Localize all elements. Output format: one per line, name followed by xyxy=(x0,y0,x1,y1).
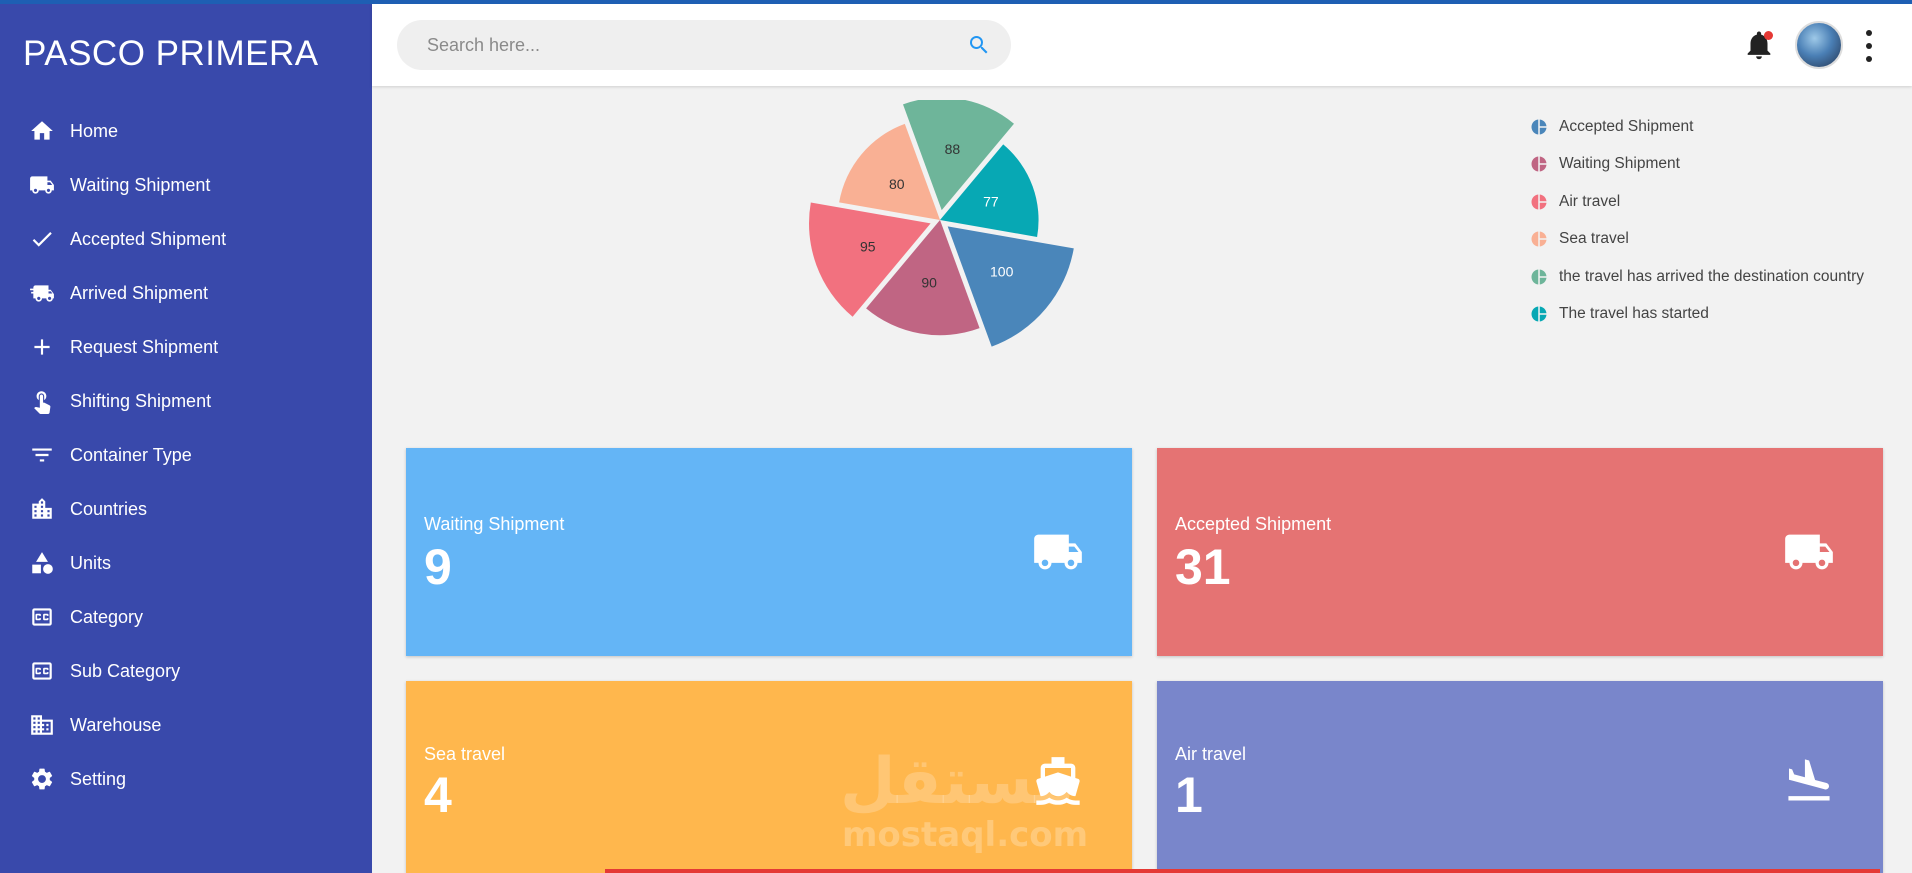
legend-item[interactable]: Waiting Shipment xyxy=(1530,146,1864,184)
sidebar-item-label: Sub Category xyxy=(70,660,181,681)
sidebar-nav: Home Waiting Shipment Accepted Shipment … xyxy=(0,104,372,806)
legend-item[interactable]: the travel has arrived the destination c… xyxy=(1530,258,1864,296)
legend-item[interactable]: Sea travel xyxy=(1530,221,1864,259)
legend-label: Accepted Shipment xyxy=(1559,117,1694,135)
sidebar-item-label: Warehouse xyxy=(70,714,162,735)
sidebar-item-label: Setting xyxy=(70,768,127,789)
card-value: 1 xyxy=(1175,767,1203,823)
pie-chart-icon xyxy=(1531,156,1547,172)
pie-chart: 100 90 95 80 88 77 xyxy=(800,97,1100,380)
legend-item[interactable]: The travel has started xyxy=(1530,296,1864,334)
sidebar-item-accepted-shipment[interactable]: Accepted Shipment xyxy=(0,212,372,266)
pie-data-label: 77 xyxy=(983,193,999,209)
card-value: 9 xyxy=(424,539,452,595)
check-icon xyxy=(28,225,56,253)
truck-icon xyxy=(1779,526,1839,578)
legend-label: The travel has started xyxy=(1559,305,1709,323)
sidebar-item-label: Accepted Shipment xyxy=(70,228,227,249)
card-title: Waiting Shipment xyxy=(424,514,565,534)
legend-label: Waiting Shipment xyxy=(1559,155,1680,173)
pie-data-label: 88 xyxy=(945,141,961,157)
accepted-shipment-card[interactable]: Accepted Shipment 31 xyxy=(1157,448,1883,656)
brand-title[interactable]: PASCO PRIMERA xyxy=(23,34,319,74)
notification-dot xyxy=(1764,31,1773,40)
pie-data-label: 95 xyxy=(860,238,876,254)
filter-icon xyxy=(28,441,56,469)
pie-data-label: 100 xyxy=(990,264,1014,280)
tap-hand-icon xyxy=(28,387,56,415)
sidebar-item-arrived-shipment[interactable]: Arrived Shipment xyxy=(0,266,372,320)
sidebar-item-label: Waiting Shipment xyxy=(70,174,211,195)
sidebar-item-category[interactable]: Category xyxy=(0,590,372,644)
sidebar-item-label: Arrived Shipment xyxy=(70,282,209,303)
fast-truck-icon xyxy=(28,279,56,307)
sidebar-item-home[interactable]: Home xyxy=(0,104,372,158)
truck-icon xyxy=(28,171,56,199)
legend-label: Air travel xyxy=(1559,192,1621,210)
sidebar-item-label: Category xyxy=(70,606,144,627)
pie-chart-icon xyxy=(1531,269,1547,285)
home-icon xyxy=(28,117,56,145)
legend-item[interactable]: Accepted Shipment xyxy=(1530,108,1864,146)
sidebar-item-label: Container Type xyxy=(70,444,192,465)
sidebar-item-setting[interactable]: Setting xyxy=(0,752,372,806)
watermark-latin: mostaql.com xyxy=(842,815,1089,855)
city-icon xyxy=(28,495,56,523)
sidebar: PASCO PRIMERA Home Waiting Shipment Acce… xyxy=(0,0,372,873)
sidebar-item-waiting-shipment[interactable]: Waiting Shipment xyxy=(0,158,372,212)
pie-chart-icon xyxy=(1531,306,1547,322)
shapes-icon xyxy=(28,549,56,577)
bottom-accent-strip xyxy=(605,869,1880,873)
avatar[interactable] xyxy=(1795,21,1843,69)
pie-data-label: 90 xyxy=(921,274,937,290)
waiting-shipment-card[interactable]: Waiting Shipment 9 xyxy=(406,448,1132,656)
pie-chart-icon xyxy=(1531,231,1547,247)
sidebar-item-label: Countries xyxy=(70,498,148,519)
topbar xyxy=(372,4,1912,86)
card-title: Accepted Shipment xyxy=(1175,514,1332,534)
notification-bell-icon[interactable] xyxy=(1742,28,1776,62)
card-title: Air travel xyxy=(1175,744,1247,764)
plus-icon xyxy=(28,333,56,361)
pie-chart-svg: 100 90 95 80 88 77 xyxy=(809,97,1074,347)
air-travel-card[interactable]: Air travel 1 xyxy=(1157,681,1883,873)
sidebar-item-countries[interactable]: Countries xyxy=(0,482,372,536)
sidebar-item-label: Request Shipment xyxy=(70,336,219,357)
more-options-icon[interactable] xyxy=(1862,30,1876,62)
plane-landing-icon xyxy=(1779,755,1839,807)
sidebar-item-units[interactable]: Units xyxy=(0,536,372,590)
pie-chart-icon xyxy=(1531,194,1547,210)
sea-travel-card[interactable]: Sea travel 4 مستقل mostaql.com xyxy=(406,681,1132,873)
card-value: 4 xyxy=(424,767,452,823)
pie-data-label: 80 xyxy=(889,176,905,192)
sidebar-item-sub-category[interactable]: Sub Category xyxy=(0,644,372,698)
search-icon[interactable] xyxy=(967,33,991,57)
sidebar-item-label: Home xyxy=(70,120,119,141)
building-icon xyxy=(28,711,56,739)
sidebar-item-label: Shifting Shipment xyxy=(70,390,212,411)
sidebar-item-warehouse[interactable]: Warehouse xyxy=(0,698,372,752)
search-box xyxy=(397,20,1011,70)
sidebar-item-shifting-shipment[interactable]: Shifting Shipment xyxy=(0,374,372,428)
chart-legend: Accepted Shipment Waiting Shipment Air tra… xyxy=(1530,108,1864,333)
card-title: Sea travel xyxy=(424,744,506,764)
ship-icon xyxy=(1028,755,1088,807)
sidebar-item-container-type[interactable]: Container Type xyxy=(0,428,372,482)
legend-label: Sea travel xyxy=(1559,230,1629,248)
gear-icon xyxy=(28,765,56,793)
legend-item[interactable]: Air travel xyxy=(1530,183,1864,221)
cc-icon xyxy=(28,657,56,685)
cc-icon xyxy=(28,603,56,631)
top-accent-line xyxy=(0,0,1912,4)
truck-icon xyxy=(1028,526,1088,578)
sidebar-item-request-shipment[interactable]: Request Shipment xyxy=(0,320,372,374)
sidebar-item-label: Units xyxy=(70,552,112,573)
search-input[interactable] xyxy=(427,34,947,56)
pie-chart-icon xyxy=(1531,119,1547,135)
card-value: 31 xyxy=(1175,539,1231,595)
legend-label: the travel has arrived the destination c… xyxy=(1559,267,1865,285)
